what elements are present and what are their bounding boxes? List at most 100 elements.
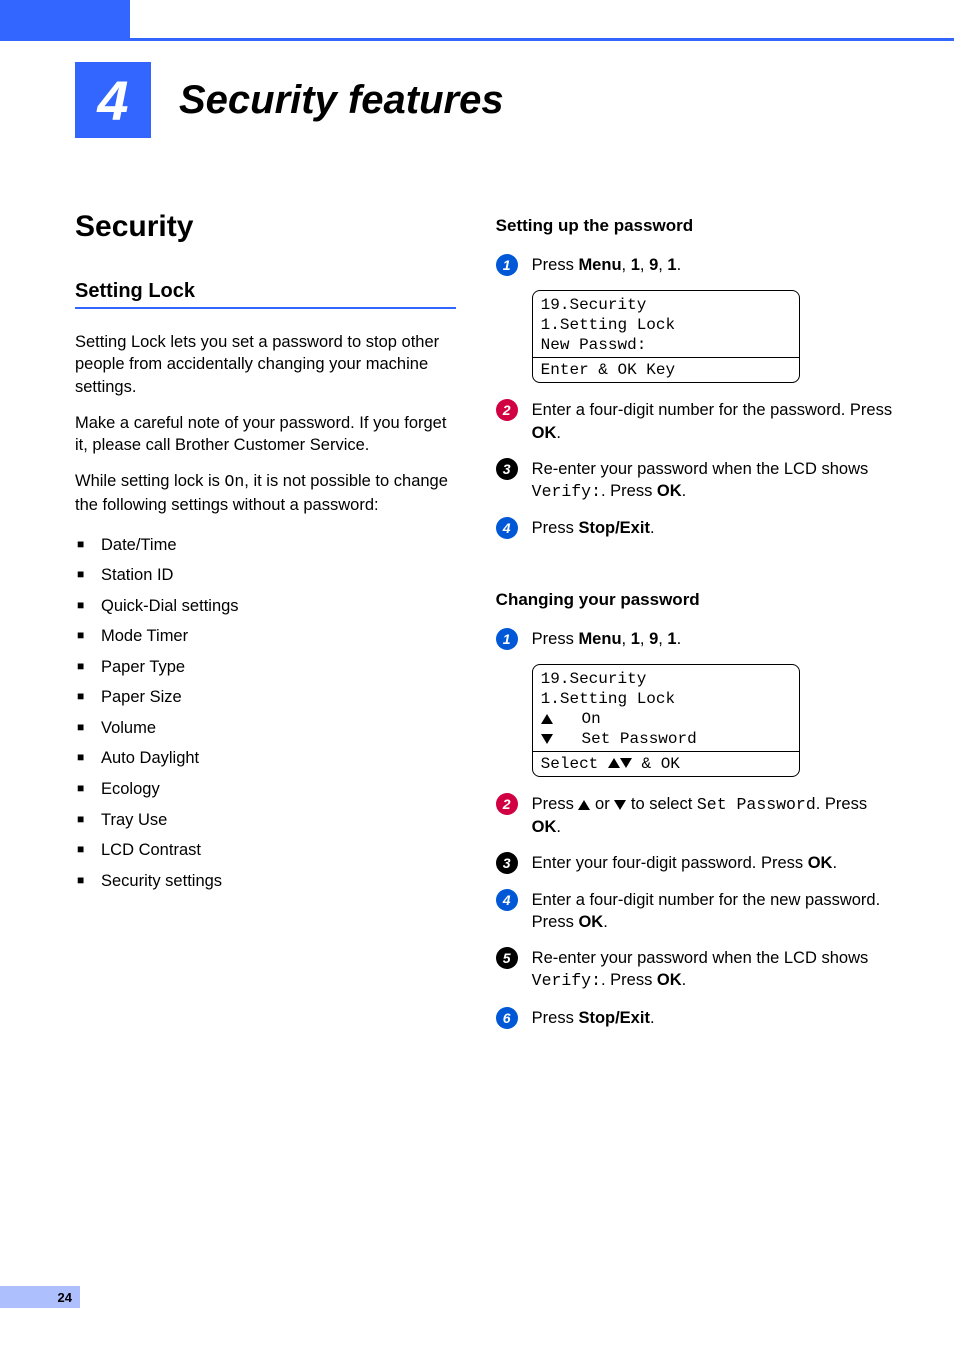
step-badge-5: 5 — [496, 947, 518, 969]
down-arrow-icon — [620, 758, 632, 768]
text: . — [650, 1009, 655, 1027]
step-badge-3: 3 — [496, 458, 518, 480]
lcd-line: Select & OK — [541, 754, 791, 774]
text: Re-enter your password when the LCD show… — [532, 949, 869, 967]
key-9: 9 — [649, 630, 658, 648]
verify-literal: Verify: — [532, 971, 601, 990]
text: . Press — [601, 971, 657, 989]
set-password-literal: Set Password — [697, 795, 816, 814]
menu-key: Menu — [578, 630, 621, 648]
list-item: LCD Contrast — [101, 835, 456, 866]
text: . — [682, 971, 687, 989]
change-step-6: 6 Press Stop/Exit. — [496, 1007, 894, 1029]
step-text: Press or to select Set Password. Press O… — [532, 793, 894, 839]
list-item: Paper Size — [101, 682, 456, 713]
on-literal: On — [224, 472, 244, 491]
step-badge-6: 6 — [496, 1007, 518, 1029]
ok-key: OK — [657, 971, 682, 989]
step-text: Enter a four-digit number for the new pa… — [532, 889, 894, 934]
list-item: Mode Timer — [101, 621, 456, 652]
setup-step-3: 3 Re-enter your password when the LCD sh… — [496, 458, 894, 504]
verify-literal: Verify: — [532, 482, 601, 501]
key-1: 1 — [667, 630, 676, 648]
change-step-1: 1 Press Menu, 1, 9, 1. — [496, 628, 894, 650]
chapter-number-badge: 4 — [75, 62, 151, 138]
lcd-line: On — [541, 709, 791, 729]
list-item: Volume — [101, 713, 456, 744]
setting-up-heading: Setting up the password — [496, 216, 894, 236]
stop-exit-key: Stop/Exit — [578, 519, 650, 537]
ok-key: OK — [532, 424, 557, 442]
list-item: Security settings — [101, 866, 456, 897]
lcd-line: 19.Security — [541, 669, 791, 689]
setup-step-1: 1 Press Menu, 1, 9, 1. — [496, 254, 894, 276]
intro-paragraph-1: Setting Lock lets you set a password to … — [75, 331, 456, 398]
subsection-heading: Setting Lock — [75, 280, 456, 309]
up-arrow-icon — [541, 714, 553, 724]
change-step-3: 3 Enter your four-digit password. Press … — [496, 852, 894, 874]
key-9: 9 — [649, 256, 658, 274]
step-badge-2: 2 — [496, 793, 518, 815]
text: . — [556, 424, 561, 442]
chapter-heading: 4 Security features — [75, 62, 504, 138]
chapter-title: Security features — [179, 78, 504, 123]
text: While setting lock is — [75, 472, 224, 490]
header-band — [0, 0, 130, 38]
text: to select — [626, 795, 697, 813]
lcd-line: Enter & OK Key — [541, 360, 791, 380]
list-item: Paper Type — [101, 652, 456, 683]
text: . — [677, 630, 682, 648]
setup-step-4: 4 Press Stop/Exit. — [496, 517, 894, 539]
lcd-divider — [533, 357, 799, 358]
lcd-divider — [533, 751, 799, 752]
step-badge-2: 2 — [496, 399, 518, 421]
ok-key: OK — [808, 854, 833, 872]
text: , — [622, 630, 631, 648]
menu-key: Menu — [578, 256, 621, 274]
text: . Press — [601, 482, 657, 500]
text: Press — [532, 519, 579, 537]
text: , — [640, 630, 649, 648]
lcd-line: Set Password — [541, 729, 791, 749]
text: On — [581, 710, 600, 728]
down-arrow-icon — [541, 734, 553, 744]
page-number: 24 — [0, 1286, 80, 1308]
list-item: Quick-Dial settings — [101, 591, 456, 622]
list-item: Ecology — [101, 774, 456, 805]
lcd-line: 1.Setting Lock — [541, 315, 791, 335]
lcd-line: New Passwd: — [541, 335, 791, 355]
intro-paragraph-2: Make a careful note of your password. If… — [75, 412, 456, 457]
up-arrow-icon — [578, 800, 590, 810]
text: . Press — [816, 795, 867, 813]
change-step-4: 4 Enter a four-digit number for the new … — [496, 889, 894, 934]
settings-list: Date/Time Station ID Quick-Dial settings… — [75, 530, 456, 896]
ok-key: OK — [532, 818, 557, 836]
lcd-display-change: 19.Security 1.Setting Lock On Set Passwo… — [532, 664, 800, 777]
text: . — [682, 482, 687, 500]
step-badge-4: 4 — [496, 517, 518, 539]
text: Select — [541, 755, 608, 773]
text: or — [590, 795, 614, 813]
list-item: Date/Time — [101, 530, 456, 561]
step-text: Re-enter your password when the LCD show… — [532, 947, 894, 993]
text: . — [650, 519, 655, 537]
section-title: Security — [75, 210, 456, 244]
step-text: Press Menu, 1, 9, 1. — [532, 628, 894, 650]
text: . — [603, 913, 608, 931]
text: , — [622, 256, 631, 274]
step-text: Press Stop/Exit. — [532, 1007, 894, 1029]
list-item: Auto Daylight — [101, 743, 456, 774]
step-badge-1: 1 — [496, 254, 518, 276]
text: Press — [532, 256, 579, 274]
ok-key: OK — [578, 913, 603, 931]
lcd-line: 19.Security — [541, 295, 791, 315]
text: Press — [532, 630, 579, 648]
setup-step-2: 2 Enter a four-digit number for the pass… — [496, 399, 894, 444]
text: . — [832, 854, 837, 872]
step-text: Re-enter your password when the LCD show… — [532, 458, 894, 504]
step-text: Enter a four-digit number for the passwo… — [532, 399, 894, 444]
intro-paragraph-3: While setting lock is On, it is not poss… — [75, 470, 456, 516]
text: Enter your four-digit password. Press — [532, 854, 808, 872]
right-column: Setting up the password 1 Press Menu, 1,… — [496, 210, 894, 1043]
step-text: Enter your four-digit password. Press OK… — [532, 852, 894, 874]
